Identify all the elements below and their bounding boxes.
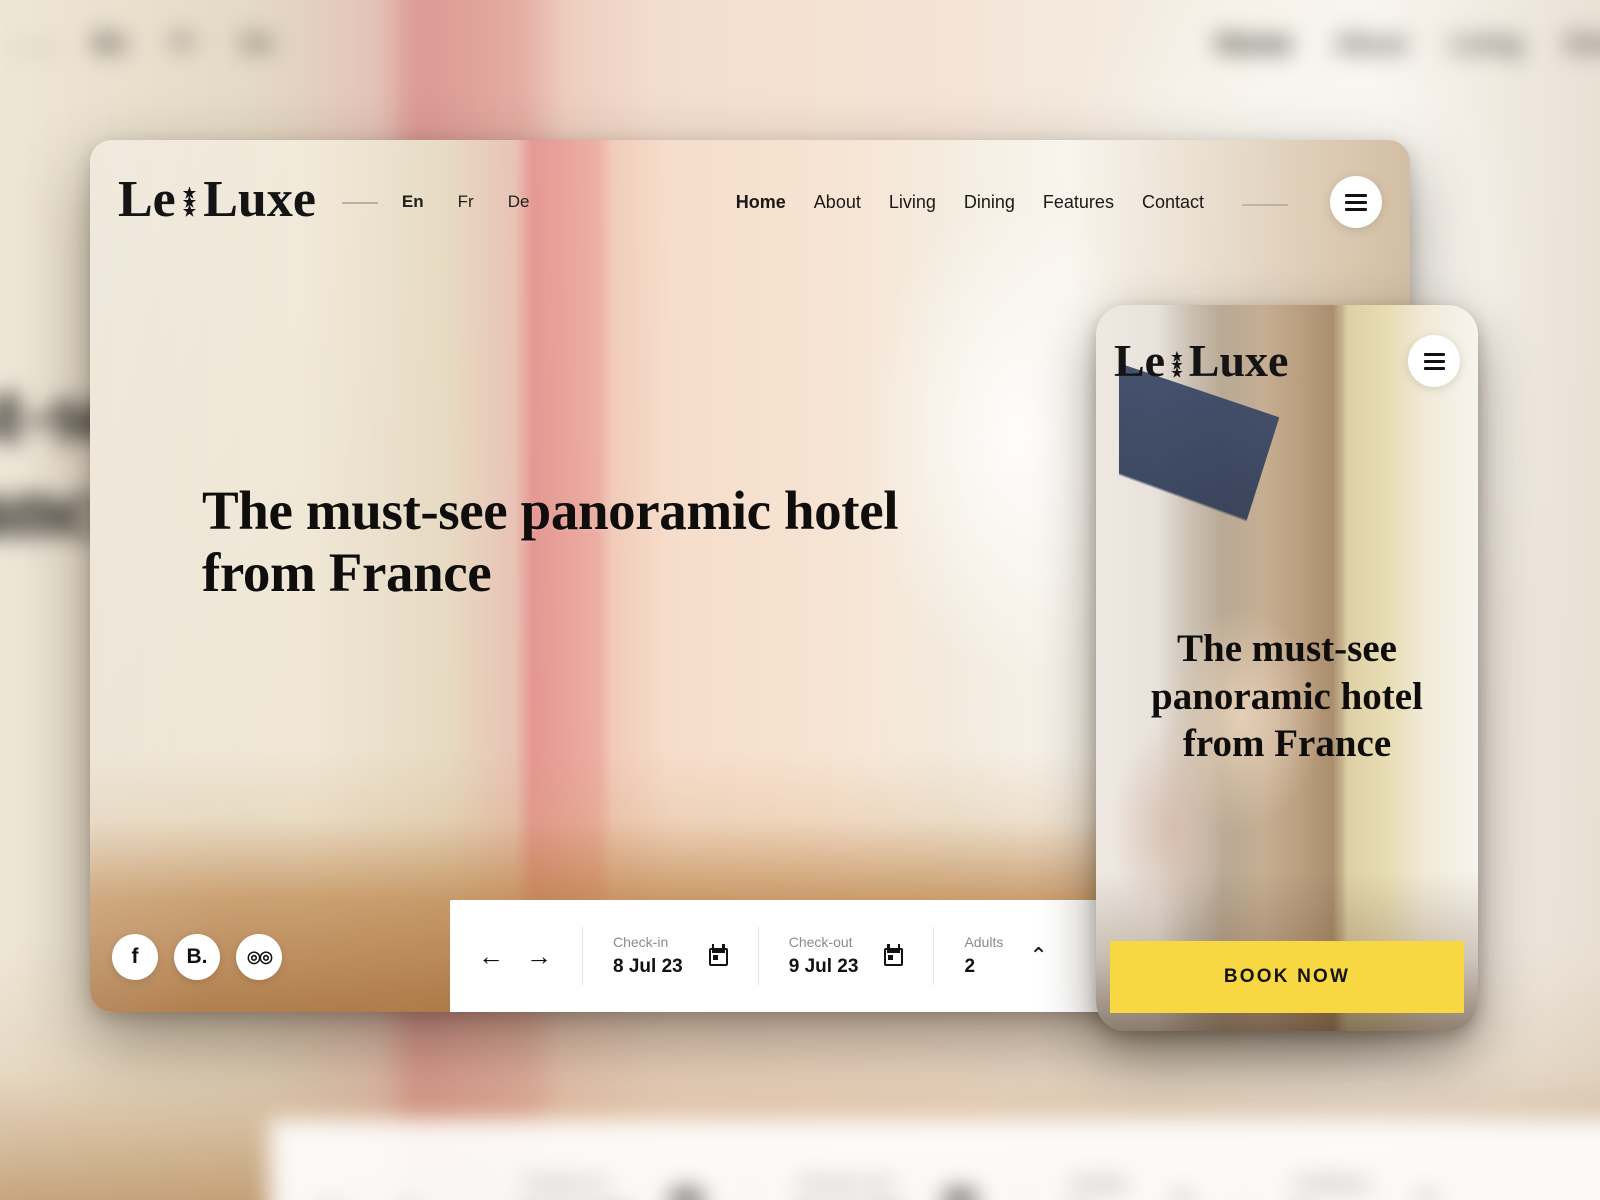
book-now-button[interactable]: BOOK NOW [1110, 941, 1464, 1013]
lang-option-en[interactable]: En [397, 192, 428, 213]
chevron-up-icon: ⌃ [1169, 1189, 1196, 1200]
background-booking-bar: ← → Check-in 8 Jul 23 Check-out 9 Jul 23… [269, 1119, 1600, 1200]
logo-stars-icon: ★ ★ ★ [1171, 348, 1183, 380]
hamburger-icon-line [1345, 207, 1367, 211]
tripadvisor-icon[interactable]: ◎◎ [236, 934, 282, 980]
lang-option-de[interactable]: De [506, 192, 532, 212]
checkout-field[interactable]: Check-out 9 Jul 23 [757, 927, 934, 985]
adults-label: Adults [964, 934, 1004, 950]
mobile-hamburger-menu-button[interactable] [1408, 335, 1460, 387]
adults-value: 2 [964, 956, 976, 977]
nav-divider [1242, 204, 1288, 206]
lang-option-fr[interactable]: Fr [456, 192, 476, 212]
background-next-icon: → [388, 1184, 427, 1200]
hamburger-icon-line [1423, 366, 1445, 370]
calendar-icon [672, 1191, 702, 1200]
nav-item-features[interactable]: Features [1043, 192, 1114, 213]
background-nav-home: Home [1211, 27, 1297, 63]
checkout-label: Check-out [788, 934, 853, 950]
chevron-up-icon[interactable]: ⌃ [1029, 945, 1047, 968]
background-field-children: Children 0 ⌃ [1243, 1160, 1487, 1200]
background-nav: Home About Living Dining Features Contac… [1211, 27, 1600, 63]
site-logo[interactable]: Le ★ ★ ★ Luxe [118, 171, 316, 229]
logo-word-luxe: Luxe [1188, 335, 1289, 387]
next-arrow-icon[interactable]: → [526, 943, 552, 969]
checkin-field[interactable]: Check-in 8 Jul 23 [582, 927, 758, 985]
checkin-label: Check-in [613, 934, 669, 950]
mobile-header: Le ★ ★ ★ Luxe [1096, 305, 1478, 417]
facebook-icon[interactable]: f [112, 934, 158, 980]
calendar-icon[interactable] [708, 944, 728, 966]
logo-stars-icon: ★ ★ ★ [182, 185, 197, 221]
background-arrows: ← → [314, 1184, 475, 1200]
background-lang-de: De [240, 28, 274, 58]
booking-icon[interactable]: B. [174, 934, 220, 980]
background-language-switcher: En Fr De [90, 28, 274, 60]
hamburger-icon-line [1423, 352, 1445, 356]
prev-arrow-icon[interactable]: ← [478, 943, 504, 969]
hero-headline: The must-see panoramic hotel from France [202, 480, 899, 603]
logo-word-le: Le [1114, 335, 1166, 387]
background-lang-fr: Fr [171, 28, 196, 58]
background-field-checkin: Check-in 8 Jul 23 [475, 1160, 749, 1200]
nav-item-dining[interactable]: Dining [964, 192, 1015, 213]
background-nav-living: Living [1449, 27, 1522, 59]
language-switcher: En Fr De [397, 192, 532, 213]
logo-word-le: Le [118, 171, 176, 229]
adults-field[interactable]: Adults 2 ⌃ [933, 927, 1077, 985]
hamburger-icon-line [1423, 359, 1445, 363]
checkin-value: 8 Jul 23 [613, 956, 683, 977]
background-nav-dining: Dining [1564, 27, 1600, 59]
hamburger-menu-button[interactable] [1330, 176, 1382, 228]
mobile-mockup: Le ★ ★ ★ Luxe The must-see panoramic hotel… [1096, 305, 1478, 1031]
nav-item-contact[interactable]: Contact [1142, 192, 1204, 213]
background-nav-about: About [1335, 27, 1408, 59]
mobile-site-logo[interactable]: Le ★ ★ ★ Luxe [1114, 335, 1289, 387]
main-nav: Home About Living Dining Features Contac… [732, 176, 1382, 228]
header-divider [341, 202, 378, 204]
nav-item-about[interactable]: About [814, 192, 861, 213]
checkout-value: 9 Jul 23 [788, 956, 859, 977]
hamburger-icon-line [1345, 193, 1367, 197]
calendar-icon[interactable] [884, 944, 904, 966]
logo-word-luxe: Luxe [203, 171, 316, 229]
nav-item-home[interactable]: Home [732, 192, 789, 215]
background-field-checkout: Check-out 9 Jul 23 [748, 1160, 1021, 1200]
chevron-up-icon: ⌃ [1412, 1189, 1439, 1200]
desktop-header: Le ★ ★ ★ Luxe En Fr De Home About Living D… [90, 140, 1410, 260]
background-field-adults: Adults 2 ⌃ [1021, 1160, 1244, 1200]
social-links: f B. ◎◎ [112, 934, 282, 980]
mobile-hero-headline: The must-see panoramic hotel from France [1151, 627, 1423, 766]
hamburger-icon-line [1345, 200, 1367, 204]
background-header: Le ★★★ Luxe En Fr De Home About Living D… [0, 0, 1600, 100]
background-divider [8, 46, 62, 50]
calendar-icon [945, 1191, 975, 1200]
background-lang-en: En [90, 28, 130, 60]
date-stepper: ← → [478, 943, 582, 969]
background-prev-icon: ← [314, 1184, 353, 1200]
nav-item-living[interactable]: Living [889, 192, 936, 213]
